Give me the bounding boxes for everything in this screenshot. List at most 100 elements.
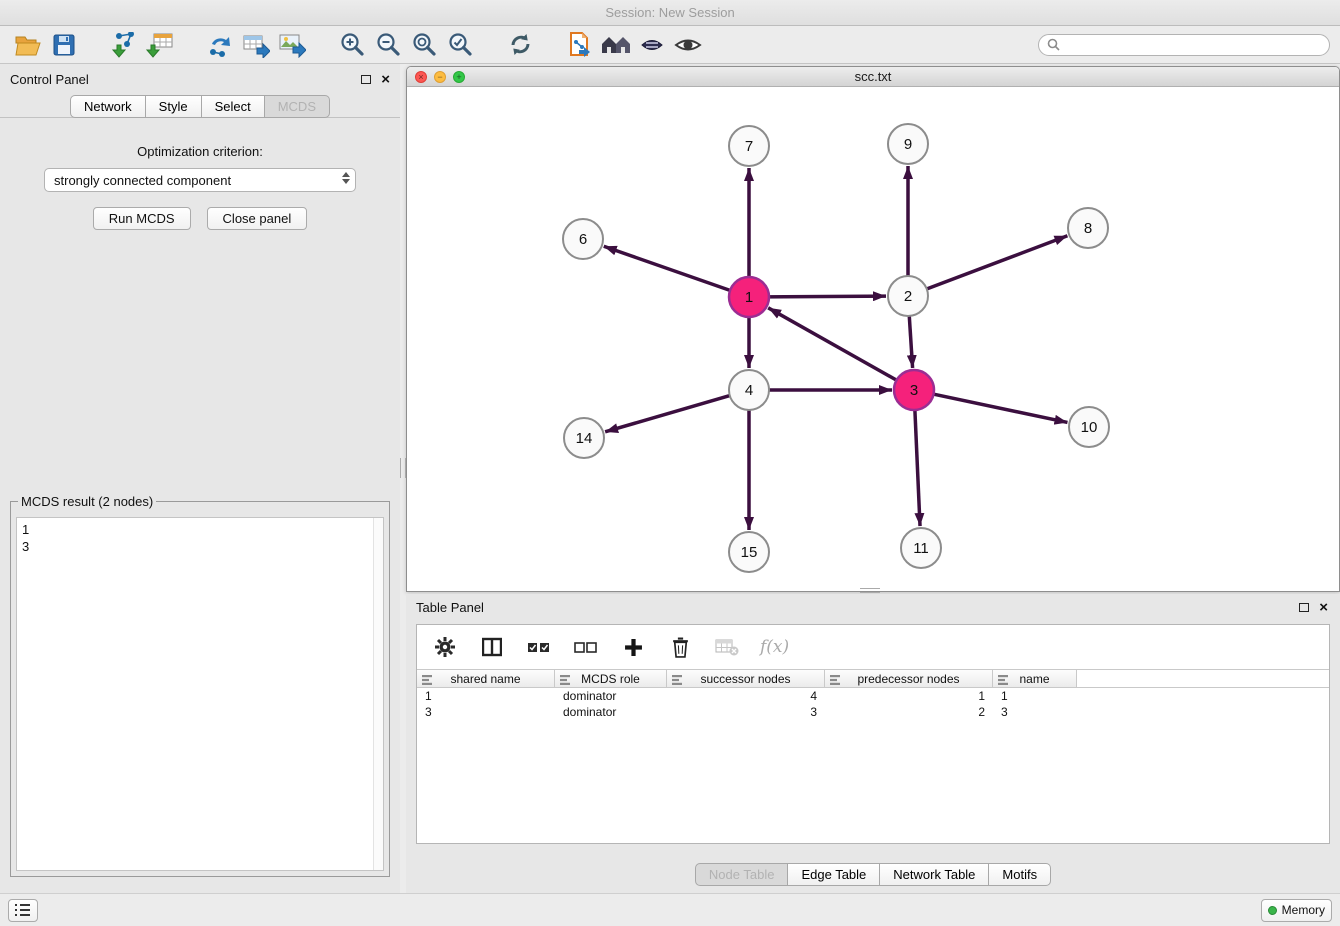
- export-network-icon[interactable]: [202, 29, 238, 61]
- tab-mcds[interactable]: MCDS: [265, 95, 330, 118]
- edge-3-11[interactable]: [915, 406, 920, 526]
- table-panel-title: Table Panel: [416, 600, 484, 615]
- tab-edge-table[interactable]: Edge Table: [788, 863, 880, 886]
- mcds-result-box: MCDS result (2 nodes) 13: [10, 494, 390, 877]
- node-4[interactable]: 4: [729, 370, 769, 410]
- delete-table-icon[interactable]: [713, 634, 741, 660]
- result-scrollbar[interactable]: [373, 518, 383, 870]
- task-list-icon: [15, 903, 31, 917]
- export-table-icon[interactable]: [238, 29, 274, 61]
- select-all-columns-icon[interactable]: [525, 634, 553, 660]
- open-session-icon[interactable]: [10, 29, 46, 61]
- mcds-result-list[interactable]: 13: [16, 517, 384, 871]
- refresh-layout-icon[interactable]: [502, 29, 538, 61]
- node-8[interactable]: 8: [1068, 208, 1108, 248]
- node-2[interactable]: 2: [888, 276, 928, 316]
- import-table-icon[interactable]: [142, 29, 178, 61]
- network-window-titlebar[interactable]: × − + scc.txt: [407, 67, 1339, 87]
- node-11[interactable]: 11: [901, 528, 941, 568]
- svg-text:7: 7: [745, 138, 753, 155]
- column-header-label: successor nodes: [700, 672, 790, 686]
- tab-select[interactable]: Select: [202, 95, 265, 118]
- mcds-result-title: MCDS result (2 nodes): [18, 494, 156, 509]
- mcds-result-item: 3: [22, 538, 378, 555]
- node-3[interactable]: 3: [894, 370, 934, 410]
- column-header-MCDS-role[interactable]: MCDS role: [555, 670, 667, 687]
- table-tabs: Node TableEdge TableNetwork TableMotifs: [406, 863, 1340, 886]
- unselect-all-columns-icon[interactable]: [572, 634, 600, 660]
- run-mcds-button[interactable]: Run MCDS: [93, 207, 191, 230]
- task-history-button[interactable]: [8, 899, 38, 922]
- add-row-plus-icon[interactable]: [619, 634, 647, 660]
- node-15[interactable]: 15: [729, 532, 769, 572]
- column-header-name[interactable]: name: [993, 670, 1077, 687]
- main-toolbar: [0, 26, 1340, 64]
- column-header-label: predecessor nodes: [857, 672, 959, 686]
- tab-network[interactable]: Network: [70, 95, 146, 118]
- tab-node-table[interactable]: Node Table: [695, 863, 789, 886]
- table-cell: 3: [667, 704, 825, 720]
- tab-style[interactable]: Style: [146, 95, 202, 118]
- table-cell: 2: [825, 704, 993, 720]
- column-header-shared-name[interactable]: shared name: [417, 670, 555, 687]
- node-14[interactable]: 14: [564, 418, 604, 458]
- open-network-file-icon[interactable]: [562, 29, 598, 61]
- close-panel-button[interactable]: Close panel: [207, 207, 308, 230]
- column-header-predecessor-nodes[interactable]: predecessor nodes: [825, 670, 993, 687]
- memory-button[interactable]: Memory: [1261, 899, 1332, 922]
- tab-network-table[interactable]: Network Table: [880, 863, 989, 886]
- column-header-label: shared name: [450, 672, 520, 686]
- zoom-in-icon[interactable]: [334, 29, 370, 61]
- table-row[interactable]: 3dominator323: [417, 704, 1329, 720]
- edge-1-6[interactable]: [604, 246, 734, 291]
- control-panel-float-icon[interactable]: [361, 75, 371, 84]
- network-canvas[interactable]: 7 9 6 8 1 2 4 3 14 10 15 11: [407, 87, 1339, 591]
- zoom-out-icon[interactable]: [370, 29, 406, 61]
- delete-row-trash-icon[interactable]: [666, 634, 694, 660]
- save-session-icon[interactable]: [46, 29, 82, 61]
- edge-4-14[interactable]: [605, 394, 734, 431]
- table-cell: 3: [993, 704, 1077, 720]
- zoom-selected-icon[interactable]: [442, 29, 478, 61]
- column-header-icon: [830, 674, 840, 688]
- table-cell: 3: [417, 704, 555, 720]
- edge-3-1[interactable]: [768, 308, 900, 382]
- column-header-successor-nodes[interactable]: successor nodes: [667, 670, 825, 687]
- edge-3-10[interactable]: [930, 393, 1068, 422]
- vizmap-badge-icon[interactable]: [634, 29, 670, 61]
- zoom-fit-icon[interactable]: [406, 29, 442, 61]
- control-panel: Control Panel × NetworkStyleSelectMCDS O…: [0, 64, 400, 893]
- table-cell: dominator: [555, 688, 667, 704]
- import-network-icon[interactable]: [106, 29, 142, 61]
- node-1[interactable]: 1: [729, 277, 769, 317]
- edge-2-8[interactable]: [923, 236, 1067, 291]
- node-7[interactable]: 7: [729, 126, 769, 166]
- show-hide-eye-icon[interactable]: [670, 29, 706, 61]
- edge-1-2[interactable]: [765, 296, 886, 297]
- control-panel-close-icon[interactable]: ×: [381, 75, 390, 85]
- export-image-icon[interactable]: [274, 29, 310, 61]
- table-cell: 1: [417, 688, 555, 704]
- show-columns-icon[interactable]: [478, 634, 506, 660]
- first-neighbors-icon[interactable]: [598, 29, 634, 61]
- function-builder-icon[interactable]: f(x): [760, 637, 789, 657]
- table-panel-close-icon[interactable]: ×: [1319, 603, 1328, 613]
- tab-motifs[interactable]: Motifs: [989, 863, 1051, 886]
- table-header-row: shared name MCDS role successor nodes prede…: [417, 669, 1329, 688]
- table-row[interactable]: 1dominator411: [417, 688, 1329, 704]
- edge-2-3[interactable]: [909, 312, 913, 368]
- optimization-criterion-dropdown[interactable]: strongly connected component: [44, 168, 356, 192]
- svg-text:9: 9: [904, 136, 912, 153]
- node-10[interactable]: 10: [1069, 407, 1109, 447]
- search-field[interactable]: [1038, 34, 1330, 56]
- vertical-splitter-handle[interactable]: [400, 458, 406, 478]
- node-table-container: f(x) shared name MCDS role successor nodes…: [416, 624, 1330, 844]
- horizontal-splitter-handle[interactable]: [860, 588, 880, 593]
- node-6[interactable]: 6: [563, 219, 603, 259]
- search-input[interactable]: [1065, 37, 1321, 52]
- table-panel-float-icon[interactable]: [1299, 603, 1309, 612]
- svg-text:8: 8: [1084, 220, 1092, 237]
- network-view-window: × − + scc.txt 7 9 6 8 1 2 4 3 14 10 15 11: [406, 66, 1340, 592]
- node-9[interactable]: 9: [888, 124, 928, 164]
- table-settings-gear-icon[interactable]: [431, 634, 459, 660]
